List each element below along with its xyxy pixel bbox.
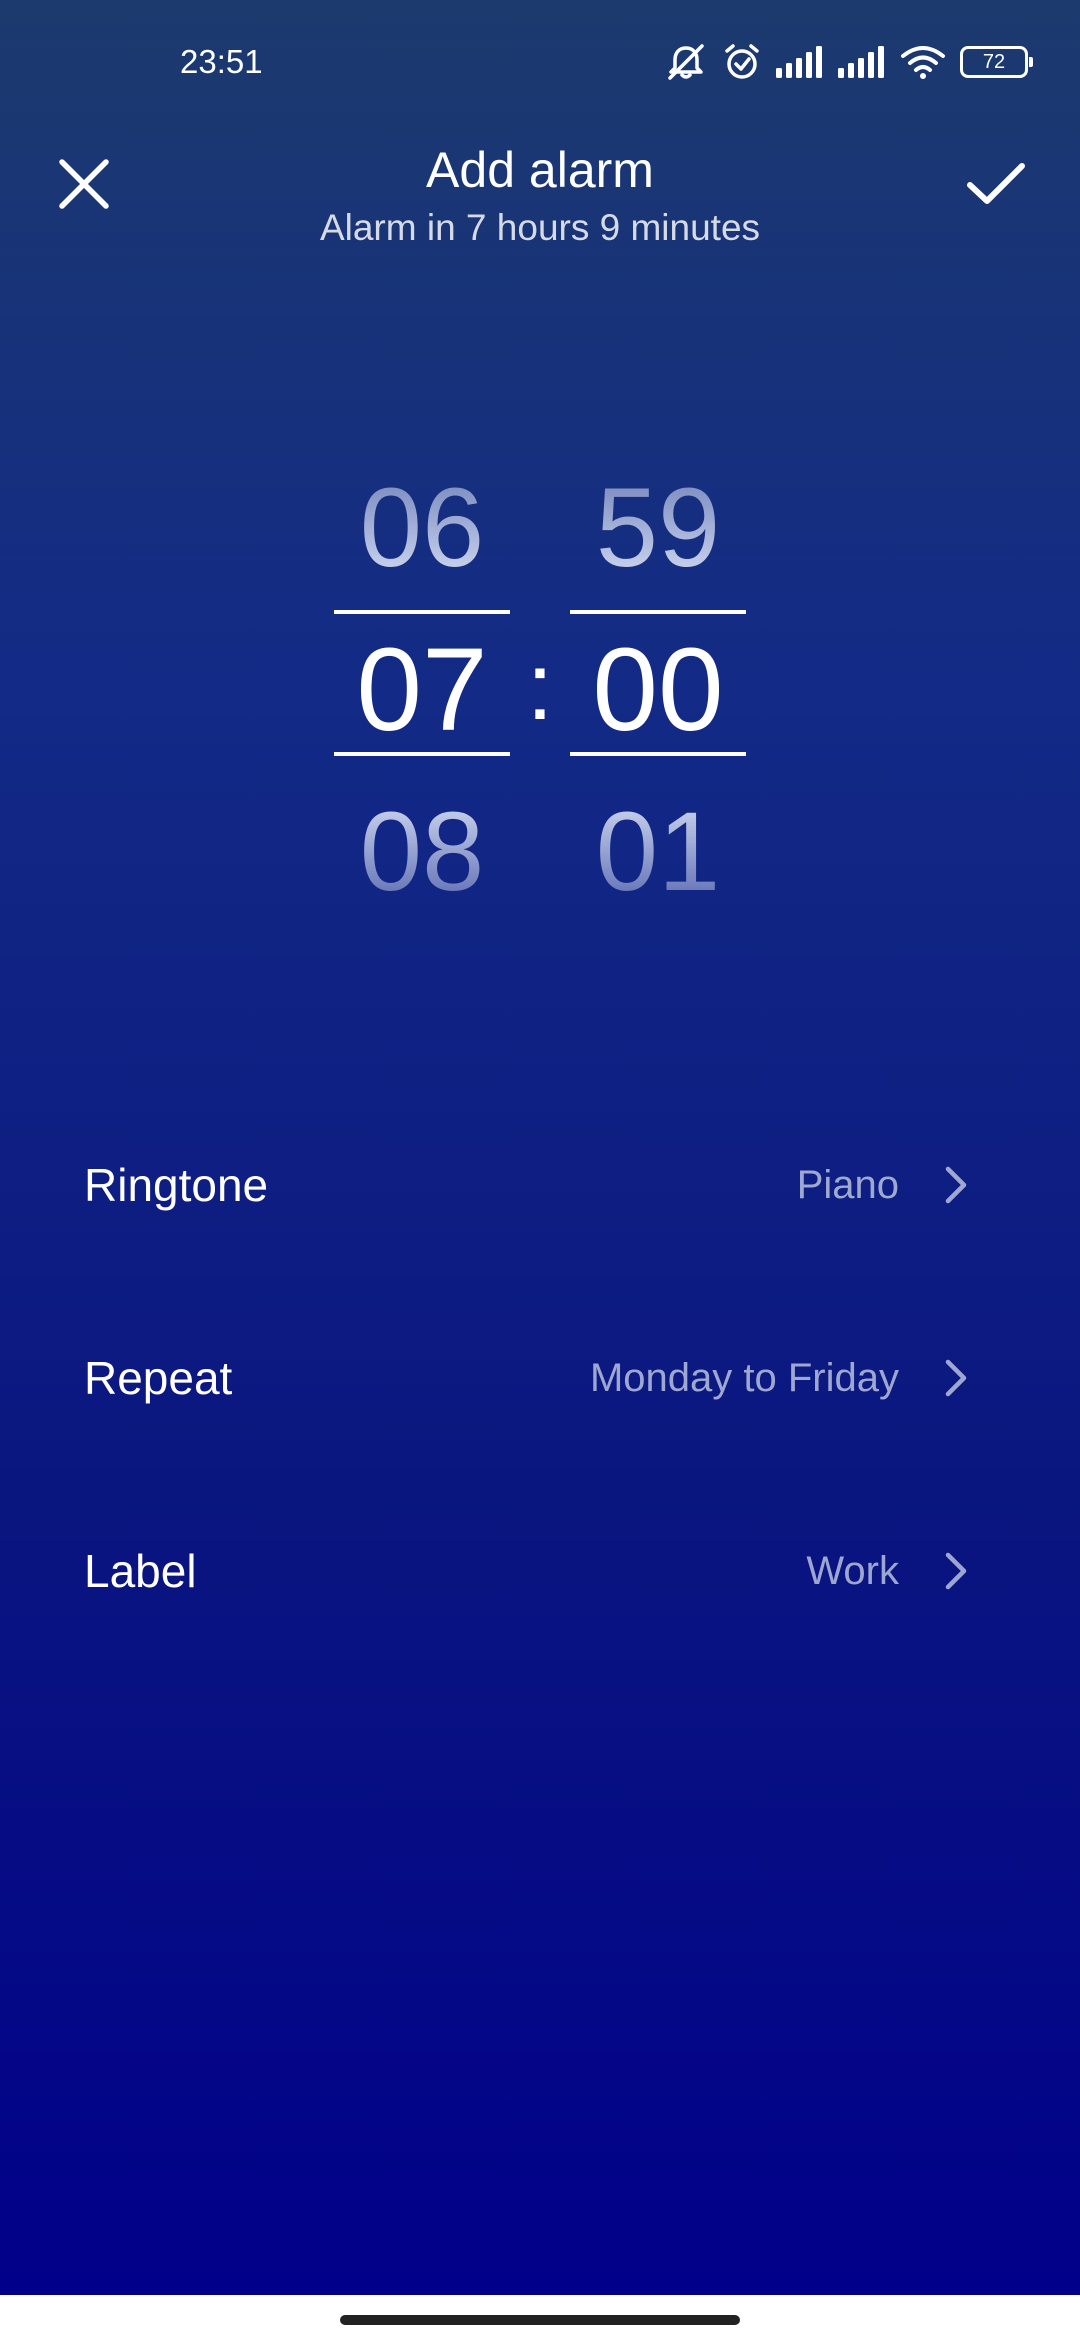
- minute-next[interactable]: 01: [570, 792, 746, 912]
- status-time: 23:51: [180, 43, 263, 80]
- minute-selection-line-bottom: [570, 752, 746, 756]
- confirm-button[interactable]: [948, 138, 1044, 234]
- minute-prev[interactable]: 59: [570, 468, 746, 588]
- alarm-screen: 23:51 72 Add alarm Alarm in 7 hours 9 mi…: [0, 0, 1080, 2295]
- wifi-icon: [900, 44, 946, 80]
- minute-selected[interactable]: 00: [570, 630, 746, 750]
- chevron-right-icon: [936, 1357, 976, 1399]
- signal-icon: [838, 46, 886, 78]
- alarm-settings-list: Ringtone Piano Repeat Monday to Friday L…: [0, 1120, 1080, 1699]
- chevron-right-icon: [936, 1550, 976, 1592]
- setting-row-ringtone[interactable]: Ringtone Piano: [0, 1120, 1080, 1313]
- status-bar: 23:51 72: [0, 0, 1080, 120]
- minute-wheel[interactable]: 59 00 01: [570, 440, 746, 920]
- time-separator: :: [526, 633, 554, 740]
- navigation-bar: [0, 2295, 1080, 2340]
- home-indicator[interactable]: [340, 2315, 740, 2325]
- page-title: Add alarm: [426, 142, 654, 198]
- hour-selected[interactable]: 07: [334, 630, 510, 750]
- time-picker: 06 07 08 : 59 00 01: [0, 440, 1080, 920]
- alarm-countdown: Alarm in 7 hours 9 minutes: [319, 207, 761, 248]
- hour-prev[interactable]: 06: [334, 468, 510, 588]
- battery-icon: 72: [960, 46, 1033, 78]
- signal-icon: [776, 46, 824, 78]
- battery-level: 72: [982, 50, 1006, 73]
- alarm-icon: [722, 42, 762, 82]
- minute-selection-line-top: [570, 610, 746, 614]
- hour-selection-line-top: [334, 610, 510, 614]
- chevron-right-icon: [936, 1164, 976, 1206]
- setting-value: Piano: [796, 1163, 899, 1207]
- mute-icon: [664, 42, 708, 82]
- setting-row-repeat[interactable]: Repeat Monday to Friday: [0, 1313, 1080, 1506]
- setting-label: Ringtone: [84, 1159, 269, 1211]
- setting-value: Work: [806, 1549, 899, 1593]
- hour-wheel[interactable]: 06 07 08: [334, 440, 510, 920]
- setting-value: Monday to Friday: [589, 1356, 899, 1400]
- setting-label: Label: [84, 1545, 197, 1597]
- header: Add alarm Alarm in 7 hours 9 minutes: [0, 120, 1080, 280]
- setting-label: Repeat: [84, 1352, 233, 1404]
- setting-row-label[interactable]: Label Work: [0, 1506, 1080, 1699]
- hour-next[interactable]: 08: [334, 792, 510, 912]
- check-icon: [966, 161, 1026, 212]
- status-icons: 72: [664, 38, 1033, 86]
- hour-selection-line-bottom: [334, 752, 510, 756]
